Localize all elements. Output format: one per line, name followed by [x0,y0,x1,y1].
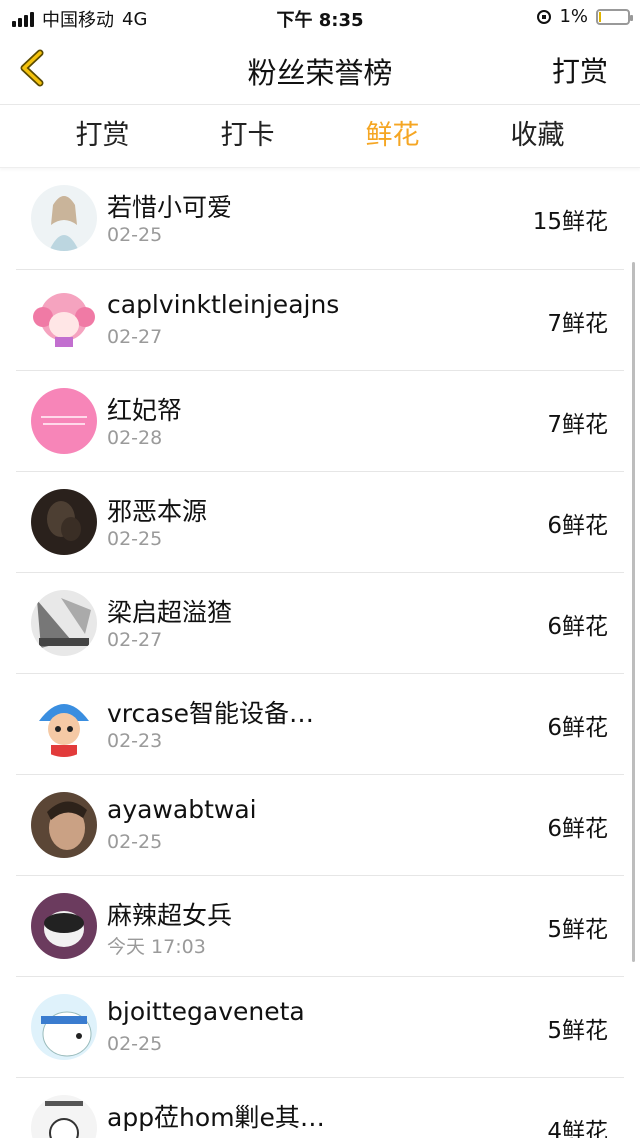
fan-date: 02-27 [107,629,163,651]
tab-checkin[interactable]: 打卡 [175,105,320,167]
page-title: 粉丝荣誉榜 [247,56,393,90]
fan-name: 邪恶本源 [107,497,208,526]
fan-date: 02-28 [107,427,163,449]
fan-date: 02-25 [107,1033,163,1055]
flower-count: 7鲜花 [547,311,608,337]
girl-photo-icon [31,185,97,251]
rotation-lock-icon [537,9,552,24]
man-photo-icon [31,792,97,858]
tab-favorites[interactable]: 收藏 [465,105,610,167]
fan-name: bjoittegaveneta [107,997,305,1026]
tab-bar: 打赏 打卡 鲜花 收藏 [0,105,640,168]
battery-icon [596,8,633,25]
screen: 中国移动 4G 下午 8:35 1% 粉丝荣誉榜 打赏 打赏 打卡 鲜花 收藏 … [0,0,640,1138]
list-item[interactable]: 梁启超溢猹 02-27 6鲜花 [16,573,624,674]
back-arrow-icon[interactable] [14,48,54,88]
list-item[interactable]: 邪恶本源 02-25 6鲜花 [16,472,624,573]
status-bar: 中国移动 4G 下午 8:35 1% [0,0,640,34]
flower-count: 6鲜花 [547,614,608,640]
pink-circle-icon [31,388,97,454]
polar-bear-icon [31,994,97,1060]
fan-name: 麻辣超女兵 [107,901,233,930]
fan-date: 02-25 [107,831,163,853]
fan-name: vrcase智能设备… [107,699,314,728]
list-item[interactable]: 若惜小可爱 02-25 15鲜花 [16,168,624,270]
fan-list: 若惜小可爱 02-25 15鲜花 caplvinktleinjeajns 02-… [0,168,640,1138]
fan-date: 02-25 [107,224,163,246]
dog-photo-icon [31,893,97,959]
sketch-icon [31,1095,97,1138]
fan-date: 02-25 [107,528,163,550]
cartoon-kid-icon [31,691,97,757]
battery-percent: 1% [559,6,588,27]
nav-bar: 粉丝荣誉榜 打赏 [0,34,640,105]
flower-count: 15鲜花 [532,209,608,235]
list-item[interactable]: caplvinktleinjeajns 02-27 7鲜花 [16,270,624,371]
flower-count: 6鲜花 [547,715,608,741]
flower-count: 6鲜花 [547,513,608,539]
tab-reward[interactable]: 打赏 [30,105,175,167]
reward-button[interactable]: 打赏 [552,50,608,90]
fan-name: 梁启超溢猹 [107,598,233,627]
fan-date: 今天 17:03 [107,936,206,958]
fan-name: 红妃帑 [107,396,183,425]
list-item[interactable]: vrcase智能设备… 02-23 6鲜花 [16,674,624,775]
fan-name: app莅hom剿e其… [107,1103,325,1132]
scrollbar[interactable] [632,262,635,962]
tab-flowers[interactable]: 鲜花 [320,105,465,167]
flower-count: 6鲜花 [547,816,608,842]
fan-name: ayawabtwai [107,795,257,824]
flower-count: 4鲜花 [547,1119,608,1138]
fan-date: 02-23 [107,730,163,752]
flower-count: 7鲜花 [547,412,608,438]
dark-photo-icon [31,489,97,555]
list-item[interactable]: ayawabtwai 02-25 6鲜花 [16,775,624,876]
fan-name: caplvinktleinjeajns [107,290,340,319]
flower-count: 5鲜花 [547,1018,608,1044]
fan-name: 若惜小可爱 [107,193,233,222]
status-right: 1% [537,6,633,27]
list-item[interactable]: app莅hom剿e其… 4鲜花 [16,1078,624,1138]
list-item[interactable]: 麻辣超女兵 今天 17:03 5鲜花 [16,876,624,977]
list-item[interactable]: 红妃帑 02-28 7鲜花 [16,371,624,472]
fan-date: 02-27 [107,326,163,348]
pink-anime-icon [31,287,97,353]
flower-count: 5鲜花 [547,917,608,943]
bw-photo-icon [31,590,97,656]
list-item[interactable]: bjoittegaveneta 02-25 5鲜花 [16,977,624,1078]
